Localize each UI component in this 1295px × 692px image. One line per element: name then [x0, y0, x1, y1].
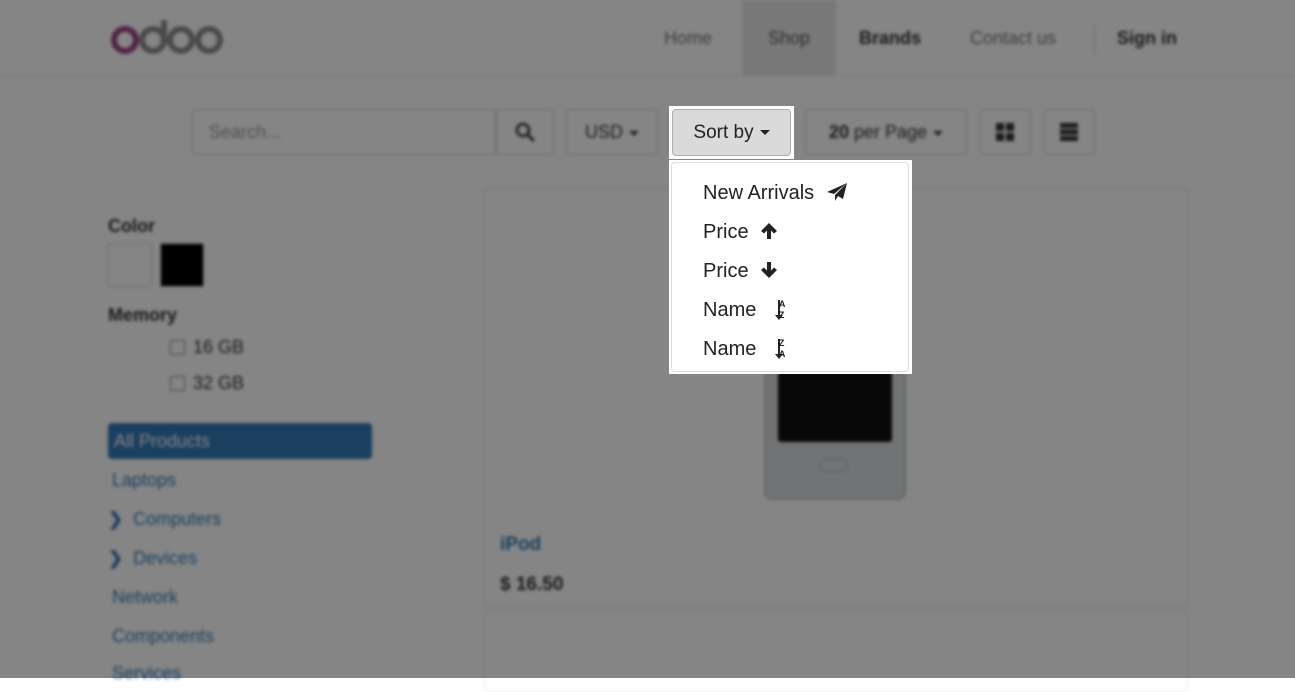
- caret-down-icon: [759, 130, 770, 136]
- sort-option-label: Price: [703, 221, 749, 243]
- sort-option-new-arrivals[interactable]: New Arrivals: [703, 180, 848, 206]
- sort-by-label: Sort by: [693, 122, 754, 143]
- sort-option-name-descending[interactable]: Name Z A: [703, 336, 790, 362]
- sort-alpha-asc-icon: A Z: [768, 299, 790, 321]
- sort-option-price-ascending[interactable]: Price: [703, 219, 778, 245]
- sort-button-highlight: Sort by: [669, 106, 794, 159]
- sort-menu: New Arrivals Price Price Name A Z Name Z…: [671, 162, 909, 372]
- sort-alpha-desc-icon: Z A: [768, 338, 790, 360]
- page-overlay: [0, 0, 1295, 678]
- sort-by-button[interactable]: Sort by: [672, 109, 791, 156]
- arrow-down-icon: [761, 261, 778, 278]
- sort-option-label: Name: [703, 299, 757, 321]
- paper-plane-icon: [826, 182, 847, 201]
- sort-option-price-descending[interactable]: Price: [703, 258, 778, 284]
- sort-menu-highlight: New Arrivals Price Price Name A Z Name Z…: [669, 160, 912, 374]
- sort-option-label: Name: [703, 338, 757, 360]
- sort-option-label: New Arrivals: [703, 182, 815, 204]
- sort-option-name-ascending[interactable]: Name A Z: [703, 297, 790, 323]
- sort-option-label: Price: [703, 260, 749, 282]
- arrow-up-icon: [761, 222, 778, 239]
